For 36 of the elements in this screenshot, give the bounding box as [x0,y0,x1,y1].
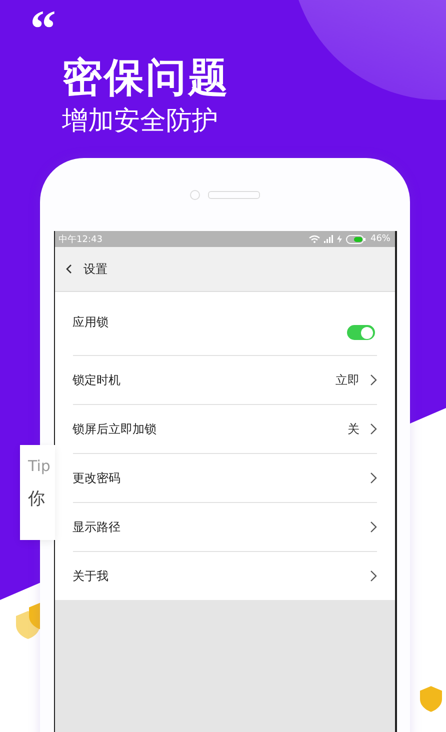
settings-row[interactable]: 显示路径 [72,503,376,552]
row-value: 立即 [336,372,360,388]
hero-title: 密保问题 [62,54,231,102]
settings-row[interactable]: 更改密码 [72,454,376,503]
camera-dot [190,190,200,200]
toggle-switch[interactable] [346,325,374,340]
speaker-slot [208,190,260,198]
wifi-icon [309,235,320,243]
row-label: 应用锁 [72,314,108,331]
row-label: 锁屏后立即加锁 [72,420,156,438]
tip-label: Tip [28,457,52,475]
chevron-right-icon [370,423,376,435]
row-label: 关于我 [72,568,108,584]
row-label: 锁定时机 [72,372,120,388]
settings-row[interactable]: 应用锁 [72,292,376,356]
chevron-right-icon [370,570,376,582]
settings-row[interactable]: 关于我 [72,552,376,600]
row-label: 更改密码 [72,470,120,486]
battery-icon [346,234,366,244]
shield-icon [420,686,442,712]
chevron-right-icon [370,472,376,484]
battery-percent: 46% [370,234,390,244]
back-icon[interactable] [64,264,72,274]
signal-icon [324,235,334,243]
quote-mark: “ [30,8,57,42]
tip-text: 你 [28,488,46,510]
row-label: 显示路径 [72,518,120,536]
charging-icon [337,235,342,243]
row-value: 关 [348,420,360,438]
hero-subtitle: 增加安全防护 [62,105,219,138]
header-title: 设置 [84,260,108,278]
settings-row[interactable]: 锁定时机 立即 [72,356,376,405]
chevron-right-icon [370,374,376,386]
status-time: 中午12:43 [58,234,102,246]
chevron-right-icon [370,521,376,533]
settings-row[interactable]: 锁屏后立即加锁 关 [72,405,376,454]
